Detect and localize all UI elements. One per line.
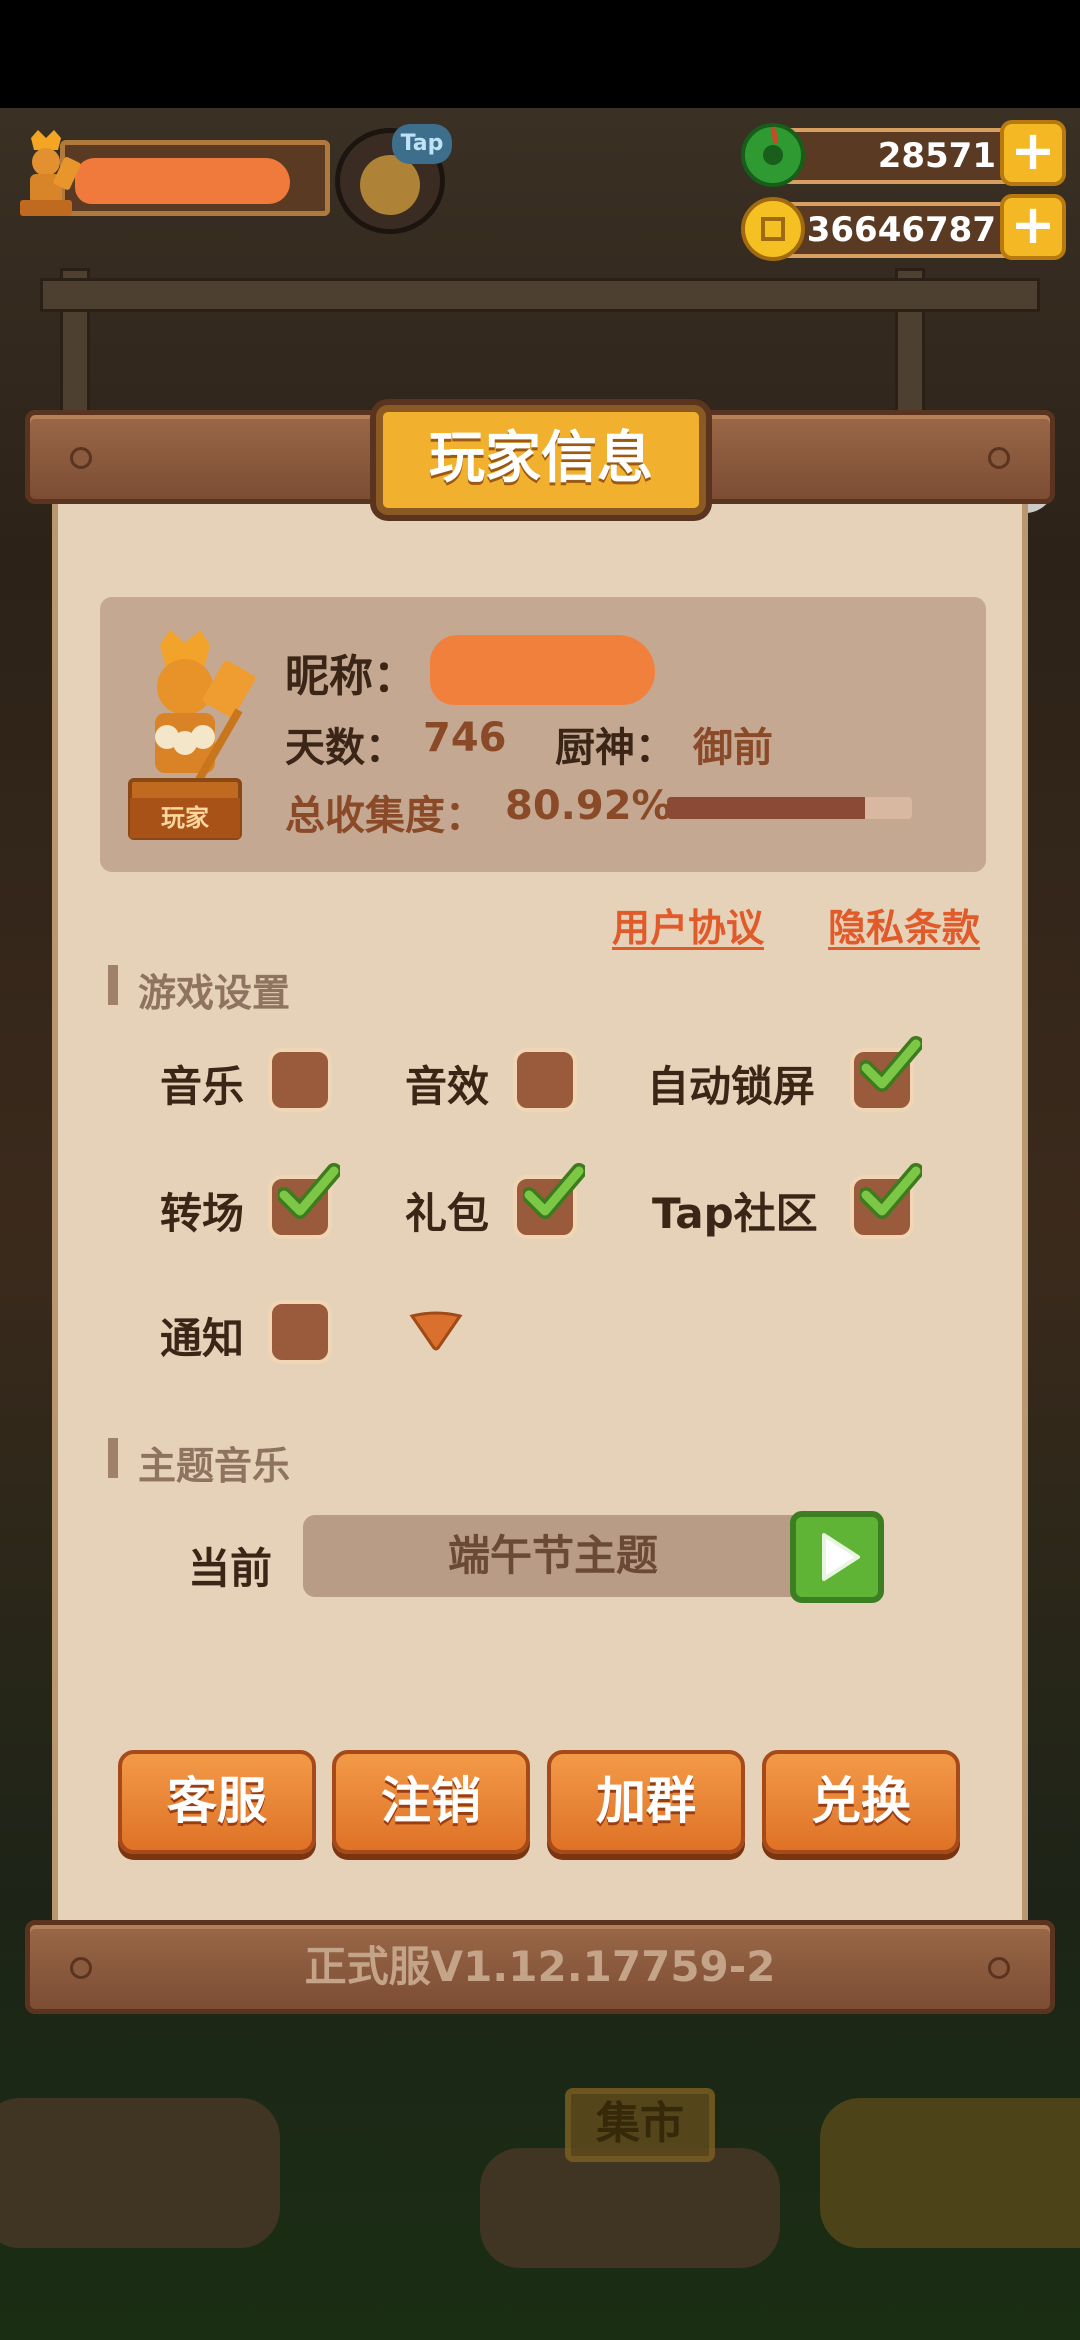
option-label-gift-pack: 礼包 <box>405 1189 490 1238</box>
check-icon <box>860 1163 922 1219</box>
check-icon <box>523 1163 585 1219</box>
chef-god-value: 御前 <box>693 725 773 771</box>
option-label-tap-community: Tap社区 <box>652 1189 818 1238</box>
coin-icon <box>741 197 805 261</box>
avatar-icon[interactable] <box>6 128 86 218</box>
add-jade-button[interactable]: + <box>1000 120 1066 186</box>
option-label-transition: 转场 <box>160 1189 245 1238</box>
chef-god-label: 厨神： <box>555 725 675 771</box>
redacted-name <box>75 158 290 204</box>
checkbox-transition[interactable] <box>268 1163 340 1239</box>
check-icon <box>860 1036 922 1092</box>
panel-title: 玩家信息 <box>376 405 706 515</box>
collection-value: 80.92% <box>505 783 672 829</box>
days-label: 天数： <box>285 725 405 771</box>
days-value: 746 <box>423 715 507 761</box>
collection-progress-bar <box>667 797 912 819</box>
checkbox-auto-lock[interactable] <box>850 1036 922 1112</box>
checkbox-tap-community[interactable] <box>850 1163 922 1239</box>
checkbox-music[interactable] <box>268 1048 332 1112</box>
section-marker <box>108 1438 118 1478</box>
statue-label: 玩家 <box>130 798 240 838</box>
checkbox-sound-effects[interactable] <box>513 1048 577 1112</box>
privacy-policy-link[interactable]: 隐私条款 <box>828 897 980 952</box>
check-icon <box>278 1163 340 1219</box>
option-label-notification: 通知 <box>160 1314 245 1363</box>
section-marker <box>108 965 118 1005</box>
customer-service-button[interactable]: 客服 <box>118 1750 316 1854</box>
nickname-label: 昵称： <box>285 651 417 702</box>
user-agreement-link[interactable]: 用户协议 <box>612 897 764 952</box>
add-coin-button[interactable]: + <box>1000 194 1066 260</box>
checkbox-gift-pack[interactable] <box>513 1163 585 1239</box>
dropdown-arrow-icon[interactable] <box>408 1310 464 1352</box>
redacted-nickname <box>430 635 655 705</box>
collection-progress-fill <box>667 797 866 819</box>
option-label-music: 音乐 <box>160 1062 245 1111</box>
tap-badge: Tap <box>392 124 452 164</box>
collection-label: 总收集度： <box>285 793 485 839</box>
join-group-button[interactable]: 加群 <box>547 1750 745 1854</box>
option-label-auto-lock: 自动锁屏 <box>647 1062 816 1111</box>
current-theme-label: 当前 <box>188 1544 273 1593</box>
redeem-button[interactable]: 兑换 <box>762 1750 960 1854</box>
jade-icon <box>741 123 805 187</box>
play-icon[interactable] <box>790 1511 884 1603</box>
logout-button[interactable]: 注销 <box>332 1750 530 1854</box>
version-label: 正式服V1.12.17759-2 <box>304 1942 776 1991</box>
tap-face-icon <box>360 155 420 215</box>
checkbox-notification[interactable] <box>268 1300 332 1364</box>
option-label-sound-effects: 音效 <box>405 1062 490 1111</box>
market-sign[interactable]: 集市 <box>565 2088 715 2162</box>
current-theme-selector[interactable]: 端午节主题 <box>303 1515 803 1597</box>
theme-music-title: 主题音乐 <box>138 1444 291 1488</box>
game-settings-title: 游戏设置 <box>138 971 291 1015</box>
